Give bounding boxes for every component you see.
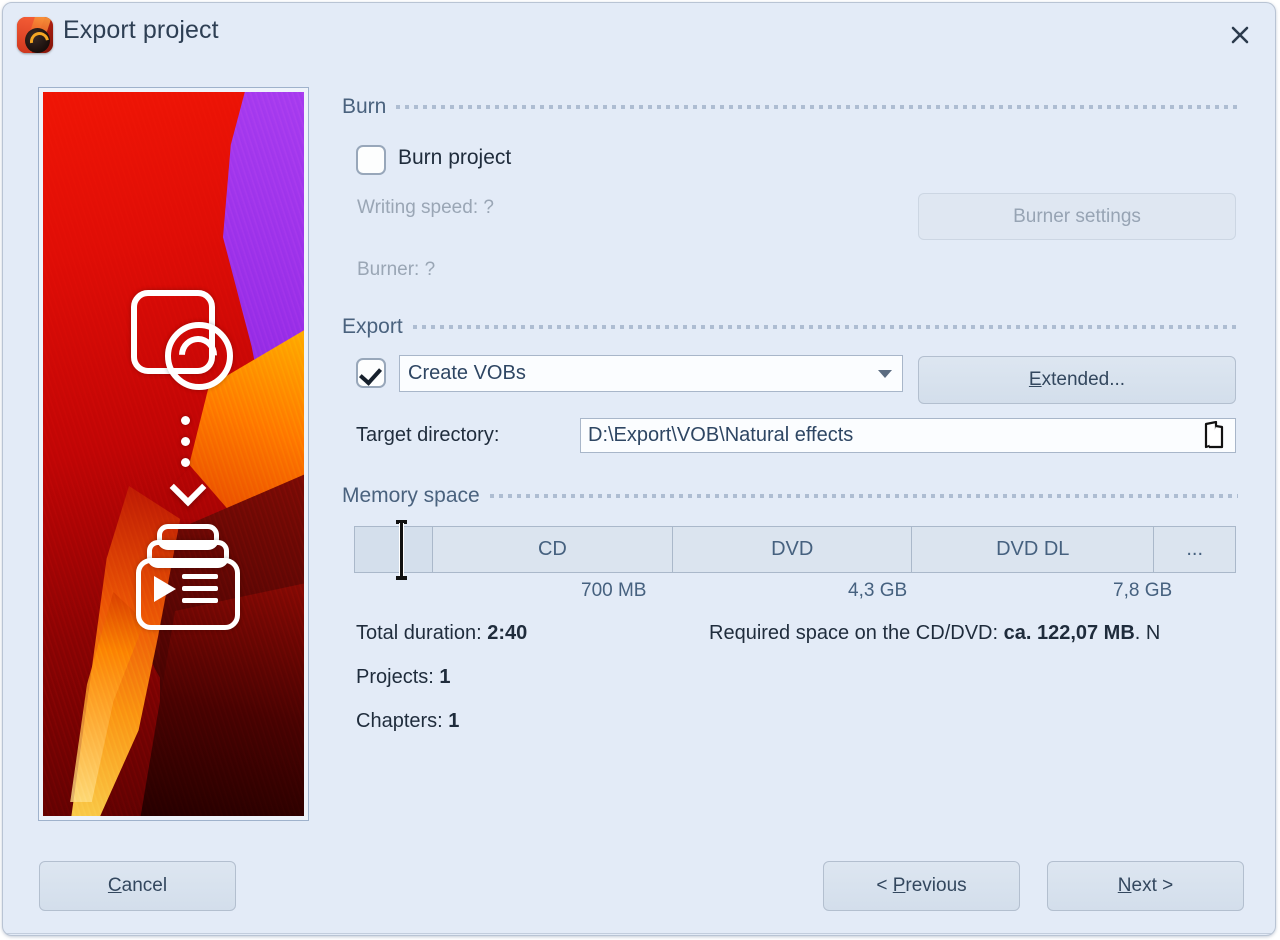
- projects-value: 1: [439, 666, 451, 688]
- memory-space-section-title: Memory space: [342, 484, 480, 507]
- cancel-button-accel: C: [107, 875, 122, 896]
- writing-speed-label: Writing speed: ?: [357, 197, 494, 218]
- required-space-suffix: . N: [1134, 622, 1161, 644]
- burn-project-checkbox[interactable]: [356, 145, 386, 175]
- chapters-value: 1: [448, 710, 460, 732]
- create-vobs-checkbox[interactable]: [356, 358, 386, 388]
- memory-space-bar[interactable]: CD DVD DVD DL...: [354, 526, 1236, 573]
- capacity-dvd-dl-label: 7,8 GB: [1113, 580, 1173, 601]
- capacity-cd-label: 700 MB: [581, 580, 647, 601]
- projects-stat: Projects: 1: [356, 666, 450, 689]
- chevron-down-icon[interactable]: [868, 369, 902, 378]
- total-duration-stat: Total duration: 2:40: [356, 622, 527, 645]
- export-project-dialog: Export project Burn Burn project Writing…: [2, 2, 1276, 936]
- section-divider: [489, 494, 1238, 498]
- extended-button-label: xtended...: [1041, 369, 1126, 390]
- memory-segment-spacer: [355, 527, 433, 572]
- cancel-button[interactable]: Cancel: [39, 861, 236, 911]
- memory-segment-[interactable]: ...: [1154, 527, 1235, 572]
- dialog-content: Burn Burn project Writing speed: ? Burne…: [3, 3, 1275, 935]
- target-directory-field[interactable]: D:\Export\VOB\Natural effects: [580, 418, 1236, 453]
- footer-divider: [3, 933, 1275, 934]
- burn-section-header: Burn: [342, 95, 1238, 119]
- chapters-label: Chapters:: [356, 710, 449, 732]
- export-format-value: Create VOBs: [408, 362, 526, 384]
- capacity-dvd-label: 4,3 GB: [848, 580, 908, 601]
- chapters-stat: Chapters: 1: [356, 710, 459, 733]
- required-space-value: ca. 122,07 MB: [1003, 622, 1135, 644]
- total-duration-label: Total duration:: [356, 622, 488, 644]
- burn-project-label[interactable]: Burn project: [398, 146, 511, 170]
- memory-segment-cd[interactable]: CD: [432, 527, 674, 572]
- total-duration-value: 2:40: [487, 622, 528, 644]
- memory-space-section-header: Memory space: [342, 484, 1238, 508]
- target-directory-label: Target directory:: [356, 424, 500, 446]
- memory-segment-label: DVD DL: [996, 538, 1070, 560]
- previous-button-accel: P: [892, 875, 906, 896]
- export-format-select[interactable]: Create VOBs: [399, 355, 903, 392]
- next-button[interactable]: Next >: [1047, 861, 1244, 911]
- required-space-label: Required space on the CD/DVD:: [709, 622, 1004, 644]
- open-folder-icon[interactable]: [1193, 420, 1235, 451]
- next-button-accel: N: [1117, 875, 1132, 896]
- memory-segment-label: CD: [537, 538, 567, 560]
- burner-settings-button[interactable]: Burner settings: [918, 193, 1236, 240]
- memory-segment-dvd-dl[interactable]: DVD DL: [912, 527, 1155, 572]
- previous-button-label: revious: [905, 875, 967, 896]
- memory-segment-dvd[interactable]: DVD: [673, 527, 913, 572]
- section-divider: [396, 105, 1238, 109]
- export-section-header: Export: [342, 315, 1238, 339]
- cancel-button-label: ancel: [121, 875, 168, 896]
- previous-button-prefix: <: [876, 875, 893, 896]
- target-directory-value: D:\Export\VOB\Natural effects: [588, 424, 854, 446]
- memory-segment-label: ...: [1186, 538, 1203, 560]
- burner-label: Burner: ?: [357, 259, 436, 280]
- required-space-stat: Required space on the CD/DVD: ca. 122,07…: [709, 622, 1275, 645]
- burn-section-title: Burn: [342, 95, 387, 118]
- section-divider: [412, 325, 1238, 329]
- burner-settings-button-label: Burner settings: [1013, 205, 1141, 227]
- projects-label: Projects:: [356, 666, 440, 688]
- next-button-label: ext >: [1131, 875, 1174, 896]
- previous-button[interactable]: < Previous: [823, 861, 1020, 911]
- memory-segment-label: DVD: [771, 538, 814, 560]
- extended-button-accel: E: [1028, 369, 1042, 390]
- export-section-title: Export: [342, 315, 403, 338]
- extended-button[interactable]: Extended...: [918, 356, 1236, 404]
